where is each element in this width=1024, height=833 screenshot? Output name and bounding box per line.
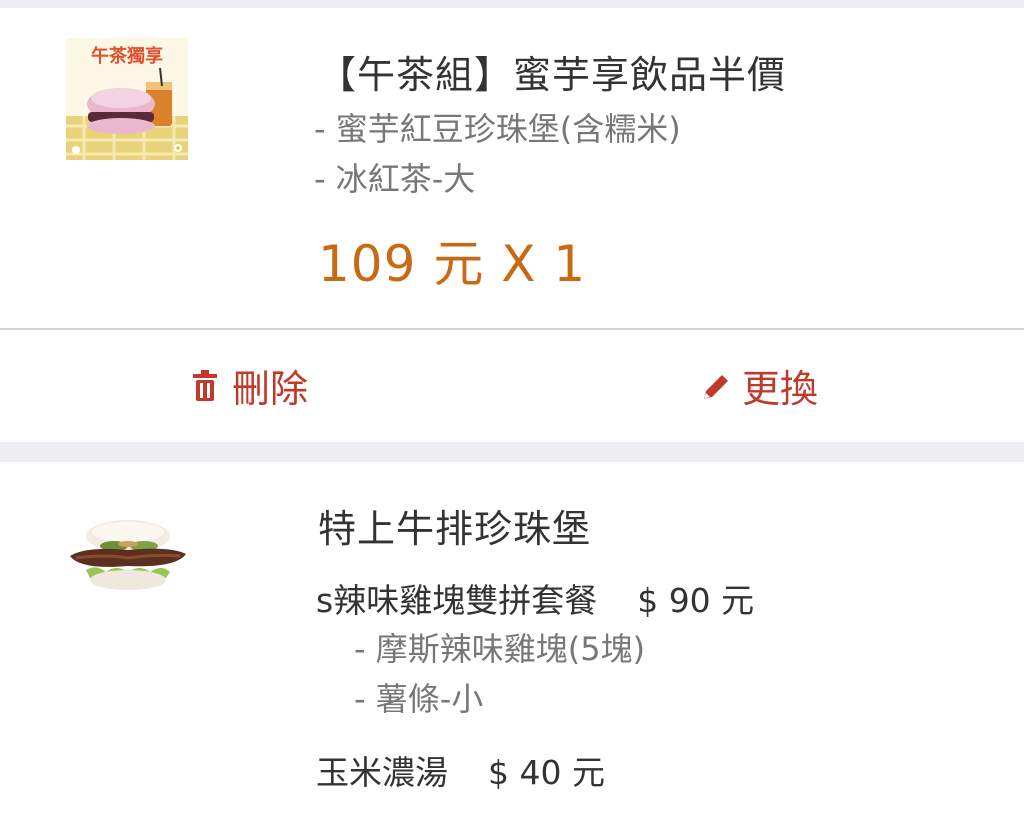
option-line: s辣味雞塊雙拼套餐 $ 90 元 (316, 574, 754, 622)
product-image (66, 494, 188, 616)
steak-burger-image (70, 520, 186, 590)
delete-button-label: 刪除 (232, 366, 309, 411)
option-price: $ 40 元 (488, 753, 605, 792)
cart-page: 午茶獨享 【午茶組】蜜芋享飲品半價 - 蜜芋紅豆珍珠堡(含糯米) - 冰紅茶-大… (0, 0, 1024, 833)
item-title: 【午茶組】蜜芋享飲品半價 (318, 53, 787, 97)
product-image: 午茶獨享 (66, 38, 188, 160)
divider (0, 328, 1024, 330)
change-button-label: 更換 (742, 366, 819, 411)
item-title: 特上牛排珍珠堡 (318, 507, 592, 551)
delete-button[interactable]: 刪除 (190, 360, 309, 411)
cart-item-card: 特上牛排珍珠堡 s辣味雞塊雙拼套餐 $ 90 元 - 摩斯辣味雞塊(5塊) - 薯… (0, 462, 1024, 833)
change-button[interactable]: 更換 (700, 360, 819, 411)
image-label-text: 午茶獨享 (91, 45, 163, 67)
option-name: s辣味雞塊雙拼套餐 (316, 581, 598, 620)
item-sub-line: - 冰紅茶-大 (314, 160, 476, 198)
afternoon-tea-image: 午茶獨享 (66, 38, 188, 160)
cart-item-card: 午茶獨享 【午茶組】蜜芋享飲品半價 - 蜜芋紅豆珍珠堡(含糯米) - 冰紅茶-大… (0, 8, 1024, 442)
option-name: 玉米濃湯 (316, 753, 448, 792)
item-sub-line: - 蜜芋紅豆珍珠堡(含糯米) (314, 110, 681, 148)
option-line: 玉米濃湯 $ 40 元 (316, 746, 605, 794)
option-sub-line: - 薯條-小 (354, 680, 484, 718)
item-price: 109 元 X 1 (318, 235, 587, 293)
trash-icon (190, 368, 220, 402)
option-sub-line: - 摩斯辣味雞塊(5塊) (354, 630, 646, 668)
pencil-icon (700, 368, 730, 402)
option-price: $ 90 元 (637, 581, 755, 620)
